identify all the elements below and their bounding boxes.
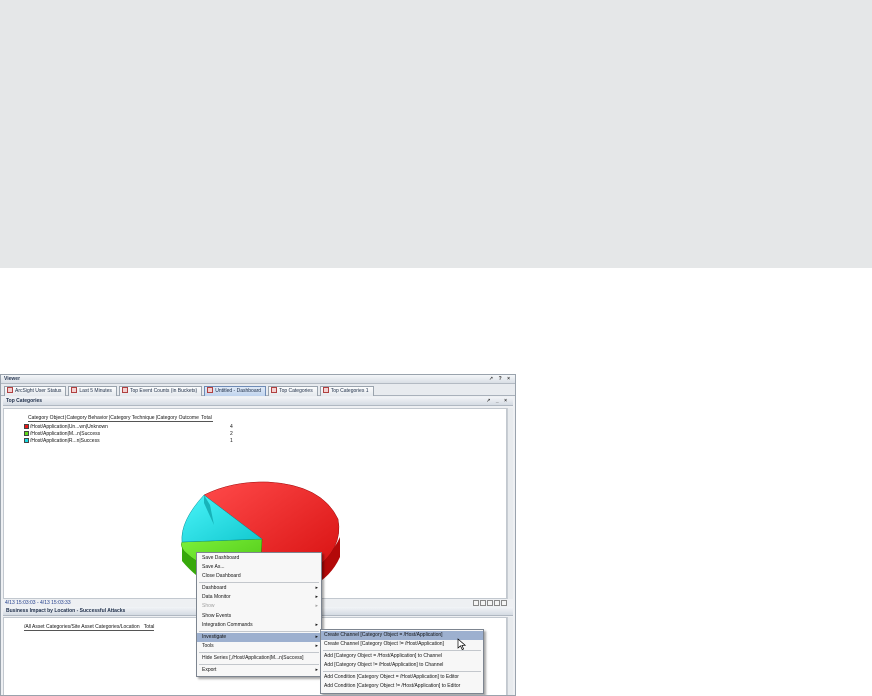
menu-item-close-dashboard[interactable]: Close Dashboard bbox=[197, 572, 321, 581]
menu-item-tools[interactable]: Tools ▸ bbox=[197, 642, 321, 651]
dashboard-icon bbox=[207, 387, 214, 393]
mouse-cursor-icon bbox=[457, 638, 467, 650]
menu-separator bbox=[199, 651, 319, 653]
tab-last-5-minutes[interactable]: Last 5 Minutes bbox=[68, 386, 117, 396]
panel-controls[interactable]: ↗ _ × bbox=[486, 397, 509, 406]
dashboard-tabstrip: ArcSight User Status Last 5 Minutes Top Ev… bbox=[1, 384, 515, 396]
dashboard-icon bbox=[322, 387, 329, 393]
tab-untitled-dashboard[interactable]: Untitled - Dashboard bbox=[204, 386, 267, 396]
legend-swatch bbox=[24, 431, 29, 436]
chart-option-button[interactable] bbox=[487, 600, 493, 606]
menu-item-integration-commands[interactable]: Integration Commands ▸ bbox=[197, 621, 321, 630]
legend-swatch bbox=[24, 438, 29, 443]
legend-swatch bbox=[24, 424, 29, 429]
tab-top-categories-1[interactable]: Top Categories 1 bbox=[319, 386, 374, 396]
menu-item-add-to-channel-eq[interactable]: Add [Category Object = /Host/Application… bbox=[321, 652, 483, 661]
submenu-arrow-icon: ▸ bbox=[315, 585, 318, 592]
chart-option-button[interactable] bbox=[501, 600, 507, 606]
menu-item-add-to-channel-neq[interactable]: Add [Category Object != /Host/Applicatio… bbox=[321, 661, 483, 670]
legend-row[interactable]: /Host/Application|M...n|Success 2 bbox=[24, 431, 234, 437]
menu-item-dashboard[interactable]: Dashboard ▸ bbox=[197, 584, 321, 593]
menu-item-investigate[interactable]: Investigate ▸ bbox=[197, 632, 321, 642]
chart-option-button[interactable] bbox=[480, 600, 486, 606]
menu-item-export[interactable]: Export ▸ bbox=[197, 666, 321, 675]
submenu-arrow-icon: ▸ bbox=[315, 667, 318, 674]
menu-separator bbox=[323, 671, 481, 673]
submenu-arrow-icon: ▸ bbox=[315, 621, 318, 628]
menu-item-add-condition-neq[interactable]: Add Condition [Category Object != /Host/… bbox=[321, 682, 483, 691]
chart-option-button[interactable] bbox=[473, 600, 479, 606]
menu-separator bbox=[199, 582, 319, 584]
tab-arcsight-user-status[interactable]: ArcSight User Status bbox=[4, 386, 67, 396]
menu-separator bbox=[323, 650, 481, 652]
menu-separator bbox=[199, 664, 319, 666]
dashboard-context-menu: Save Dashboard Save As... Close Dashboar… bbox=[196, 552, 322, 678]
submenu-arrow-icon: ▸ bbox=[315, 603, 318, 610]
legend-row[interactable]: /Host/Application|Un...wn|Unknown 4 bbox=[24, 424, 234, 430]
dashboard-icon bbox=[271, 387, 278, 393]
dashboard-icon bbox=[7, 387, 13, 393]
bottom-table-header: /All Asset Categories/Site Asset Categor… bbox=[24, 624, 155, 631]
legend-header: Category Object|Category Behavior|Catego… bbox=[28, 415, 213, 422]
menu-item-show[interactable]: Show ▸ bbox=[197, 602, 321, 611]
viewer-title: Viewer bbox=[4, 376, 21, 382]
dashboard-icon bbox=[121, 387, 128, 393]
menu-item-show-events[interactable]: Show Events bbox=[197, 612, 321, 621]
menu-separator bbox=[199, 630, 319, 632]
bottom-panel-scrollbar[interactable] bbox=[507, 617, 513, 695]
submenu-arrow-icon: ▸ bbox=[315, 642, 318, 649]
top-panel-scrollbar[interactable] bbox=[507, 408, 513, 599]
menu-item-save-dashboard[interactable]: Save Dashboard bbox=[197, 554, 321, 563]
viewer-window: Viewer ↗ ? × ArcSight User Status Last 5 … bbox=[0, 374, 516, 696]
menu-item-save-as[interactable]: Save As... bbox=[197, 563, 321, 572]
dashboard-icon bbox=[71, 387, 78, 393]
submenu-arrow-icon: ▸ bbox=[315, 594, 318, 601]
menu-item-hide-series[interactable]: Hide Series [,/Host/Application|M...n|Su… bbox=[197, 654, 321, 663]
menu-item-data-monitor[interactable]: Data Monitor ▸ bbox=[197, 593, 321, 602]
top-categories-panel-title: Top Categories ↗ _ × bbox=[3, 397, 513, 406]
blank-top-area bbox=[0, 0, 872, 268]
submenu-arrow-icon: ▸ bbox=[315, 633, 318, 640]
menu-item-add-condition-eq[interactable]: Add Condition [Category Object = /Host/A… bbox=[321, 673, 483, 682]
tab-top-categories[interactable]: Top Categories bbox=[268, 386, 318, 396]
window-controls[interactable]: ↗ ? × bbox=[489, 375, 512, 384]
chart-option-button[interactable] bbox=[494, 600, 500, 606]
viewer-titlebar: Viewer ↗ ? × bbox=[1, 375, 515, 384]
tab-top-event-counts[interactable]: Top Event Counts (in Buckets) bbox=[118, 386, 203, 396]
legend-row[interactable]: /Host/Application|R...n|Success 1 bbox=[24, 438, 234, 444]
